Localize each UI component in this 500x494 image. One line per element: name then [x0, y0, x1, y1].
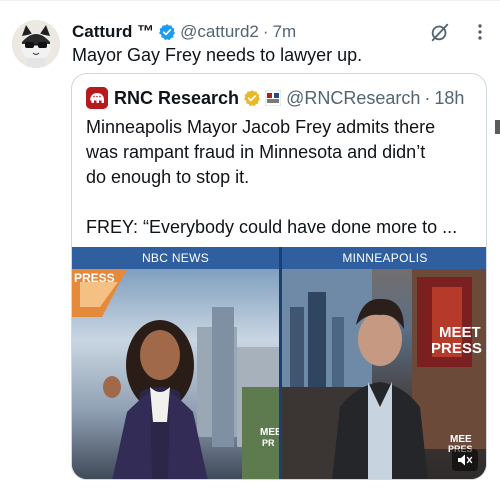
news-anchor-image: PRESS MEE PR: [72, 269, 279, 479]
tweet-header: Catturd ™ @catturd2 · 7m: [72, 20, 490, 44]
quote-text-line: Minneapolis Mayor Jacob Frey admits ther…: [86, 117, 436, 137]
display-name[interactable]: Catturd ™: [72, 22, 154, 42]
affiliate-badge-icon: [264, 89, 282, 107]
quote-text-line: FREY: “Everybody could have done more to…: [86, 217, 458, 237]
quote-separator-dot: ·: [424, 87, 431, 108]
quote-avatar[interactable]: [86, 87, 108, 109]
video-player[interactable]: NBC NEWS PRESS ME PR MINNEAPOLIS MEET PR…: [72, 247, 486, 479]
more-icon[interactable]: [470, 22, 490, 42]
scroll-indicator[interactable]: [495, 120, 500, 134]
rnc-elephant-icon: [86, 87, 108, 109]
quote-handle[interactable]: @RNCResearch: [286, 88, 420, 109]
corner-logo-text-left: MEE: [260, 427, 279, 438]
top-divider: [0, 0, 500, 1]
video-left-panel: NBC NEWS PRESS ME PR: [72, 247, 279, 479]
avatar[interactable]: [12, 20, 60, 68]
quote-header: RNC Research @RNCResearch · 18h: [86, 86, 464, 110]
avatar-cat-image: [12, 20, 60, 68]
grok-icon[interactable]: [429, 21, 451, 43]
meet-logo-line2: PRESS: [431, 340, 482, 357]
handle[interactable]: @catturd2: [180, 22, 259, 42]
verified-gold-badge-icon: [243, 89, 261, 107]
verified-badge-icon: [158, 23, 176, 41]
quote-tweet-card[interactable]: RNC Research @RNCResearch · 18h Minneapo…: [71, 73, 487, 480]
quote-text-line: do enough to stop it.: [86, 167, 250, 187]
video-right-panel: MINNEAPOLIS MEET PRESS MEE: [282, 247, 486, 479]
timestamp[interactable]: 7m: [273, 22, 297, 42]
meet-logo-line1: MEET: [439, 324, 481, 341]
quote-text-line: was rampant fraud in Minnesota and didn’…: [86, 142, 426, 162]
guest-image: MEET PRESS MEE PRES: [282, 269, 486, 479]
quote-timestamp[interactable]: 18h: [434, 88, 464, 109]
mute-icon[interactable]: [452, 449, 478, 471]
tweet-text: Mayor Gay Frey needs to lawyer up.: [72, 45, 363, 65]
press-overlay-text: PRESS: [74, 271, 115, 285]
quote-text: Minneapolis Mayor Jacob Frey admits ther…: [86, 115, 478, 240]
corner-logo-text-left2: PR: [262, 438, 275, 448]
quote-display-name[interactable]: RNC Research: [114, 88, 239, 109]
separator-dot: ·: [262, 22, 269, 41]
